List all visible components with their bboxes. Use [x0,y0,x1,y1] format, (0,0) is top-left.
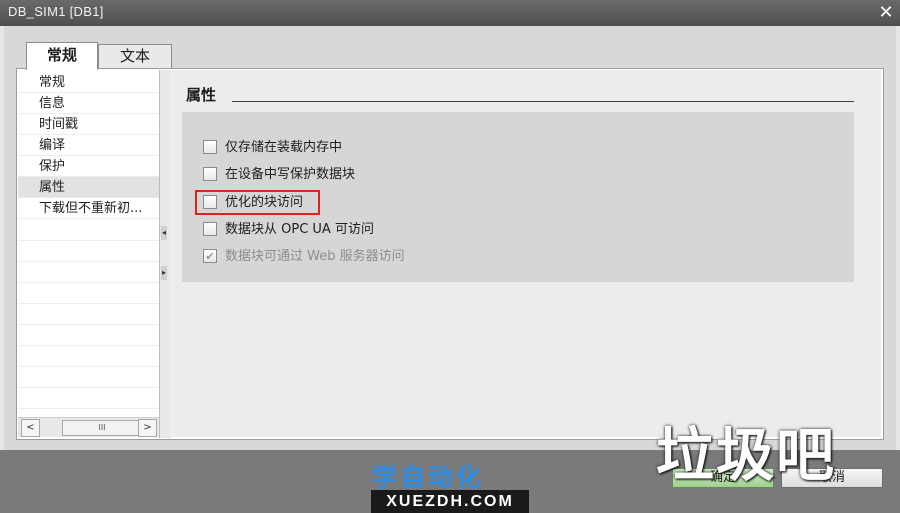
red-highlight-box [195,190,320,215]
sidebar-item-timestamps[interactable]: 时间戳 [18,114,159,135]
option-label: 仅存储在装载内存中 [225,140,343,155]
window-title: DB_SIM1 [DB1] [8,4,104,19]
close-icon[interactable]: ✕ [876,3,896,23]
title-bar[interactable]: DB_SIM1 [DB1] ✕ [0,0,900,26]
section-divider [232,101,854,102]
option-label: 数据块从 OPC UA 可访问 [225,222,374,237]
sidebar-item-compilation[interactable]: 编译 [18,135,159,156]
collapse-left-icon[interactable]: ◂ [161,226,167,240]
expand-right-icon[interactable]: ▸ [161,266,167,280]
scroll-thumb[interactable]: III [62,420,142,436]
sidebar-item-attributes[interactable]: 属性 [18,177,159,198]
section-title: 属性 [186,86,217,104]
option-label: 在设备中写保护数据块 [225,167,356,182]
sidebar-item-download-without-reinit[interactable]: 下载但不重新初... [18,198,159,219]
option-label: 数据块可通过 Web 服务器访问 [225,249,405,264]
horizontal-scrollbar[interactable]: < III > [18,417,159,437]
tab-general[interactable]: 常规 [26,42,98,70]
properties-dialog: DB_SIM1 [DB1] ✕ 常规 文本 常规 信息 时间戳 编译 保护 属性… [0,0,900,513]
tab-text[interactable]: 文本 [98,44,172,68]
sidebar-item-information[interactable]: 信息 [18,93,159,114]
sidebar-item-protection[interactable]: 保护 [18,156,159,177]
sidebar-nav: 常规 信息 时间戳 编译 保护 属性 下载但不重新初... [18,70,159,416]
list-item [18,282,159,304]
list-item [18,240,159,262]
watermark-url: XUEZDH.COM [371,490,529,513]
list-item [18,261,159,283]
sidebar-item-general[interactable]: 常规 [18,72,159,93]
list-item [18,345,159,367]
list-item [18,303,159,325]
checkbox[interactable] [203,140,217,154]
checkmark-icon: ✔ [203,249,217,263]
list-item [18,387,159,409]
watermark-overlay: 垃圾吧 [656,421,837,489]
scroll-left-icon[interactable]: < [21,419,40,437]
checkbox[interactable] [203,222,217,236]
watermark-logo-text: 学自动化 [372,463,485,492]
list-item [18,366,159,388]
list-item [18,324,159,346]
list-item [18,219,159,241]
checkbox[interactable] [203,167,217,181]
scroll-right-icon[interactable]: > [138,419,157,437]
